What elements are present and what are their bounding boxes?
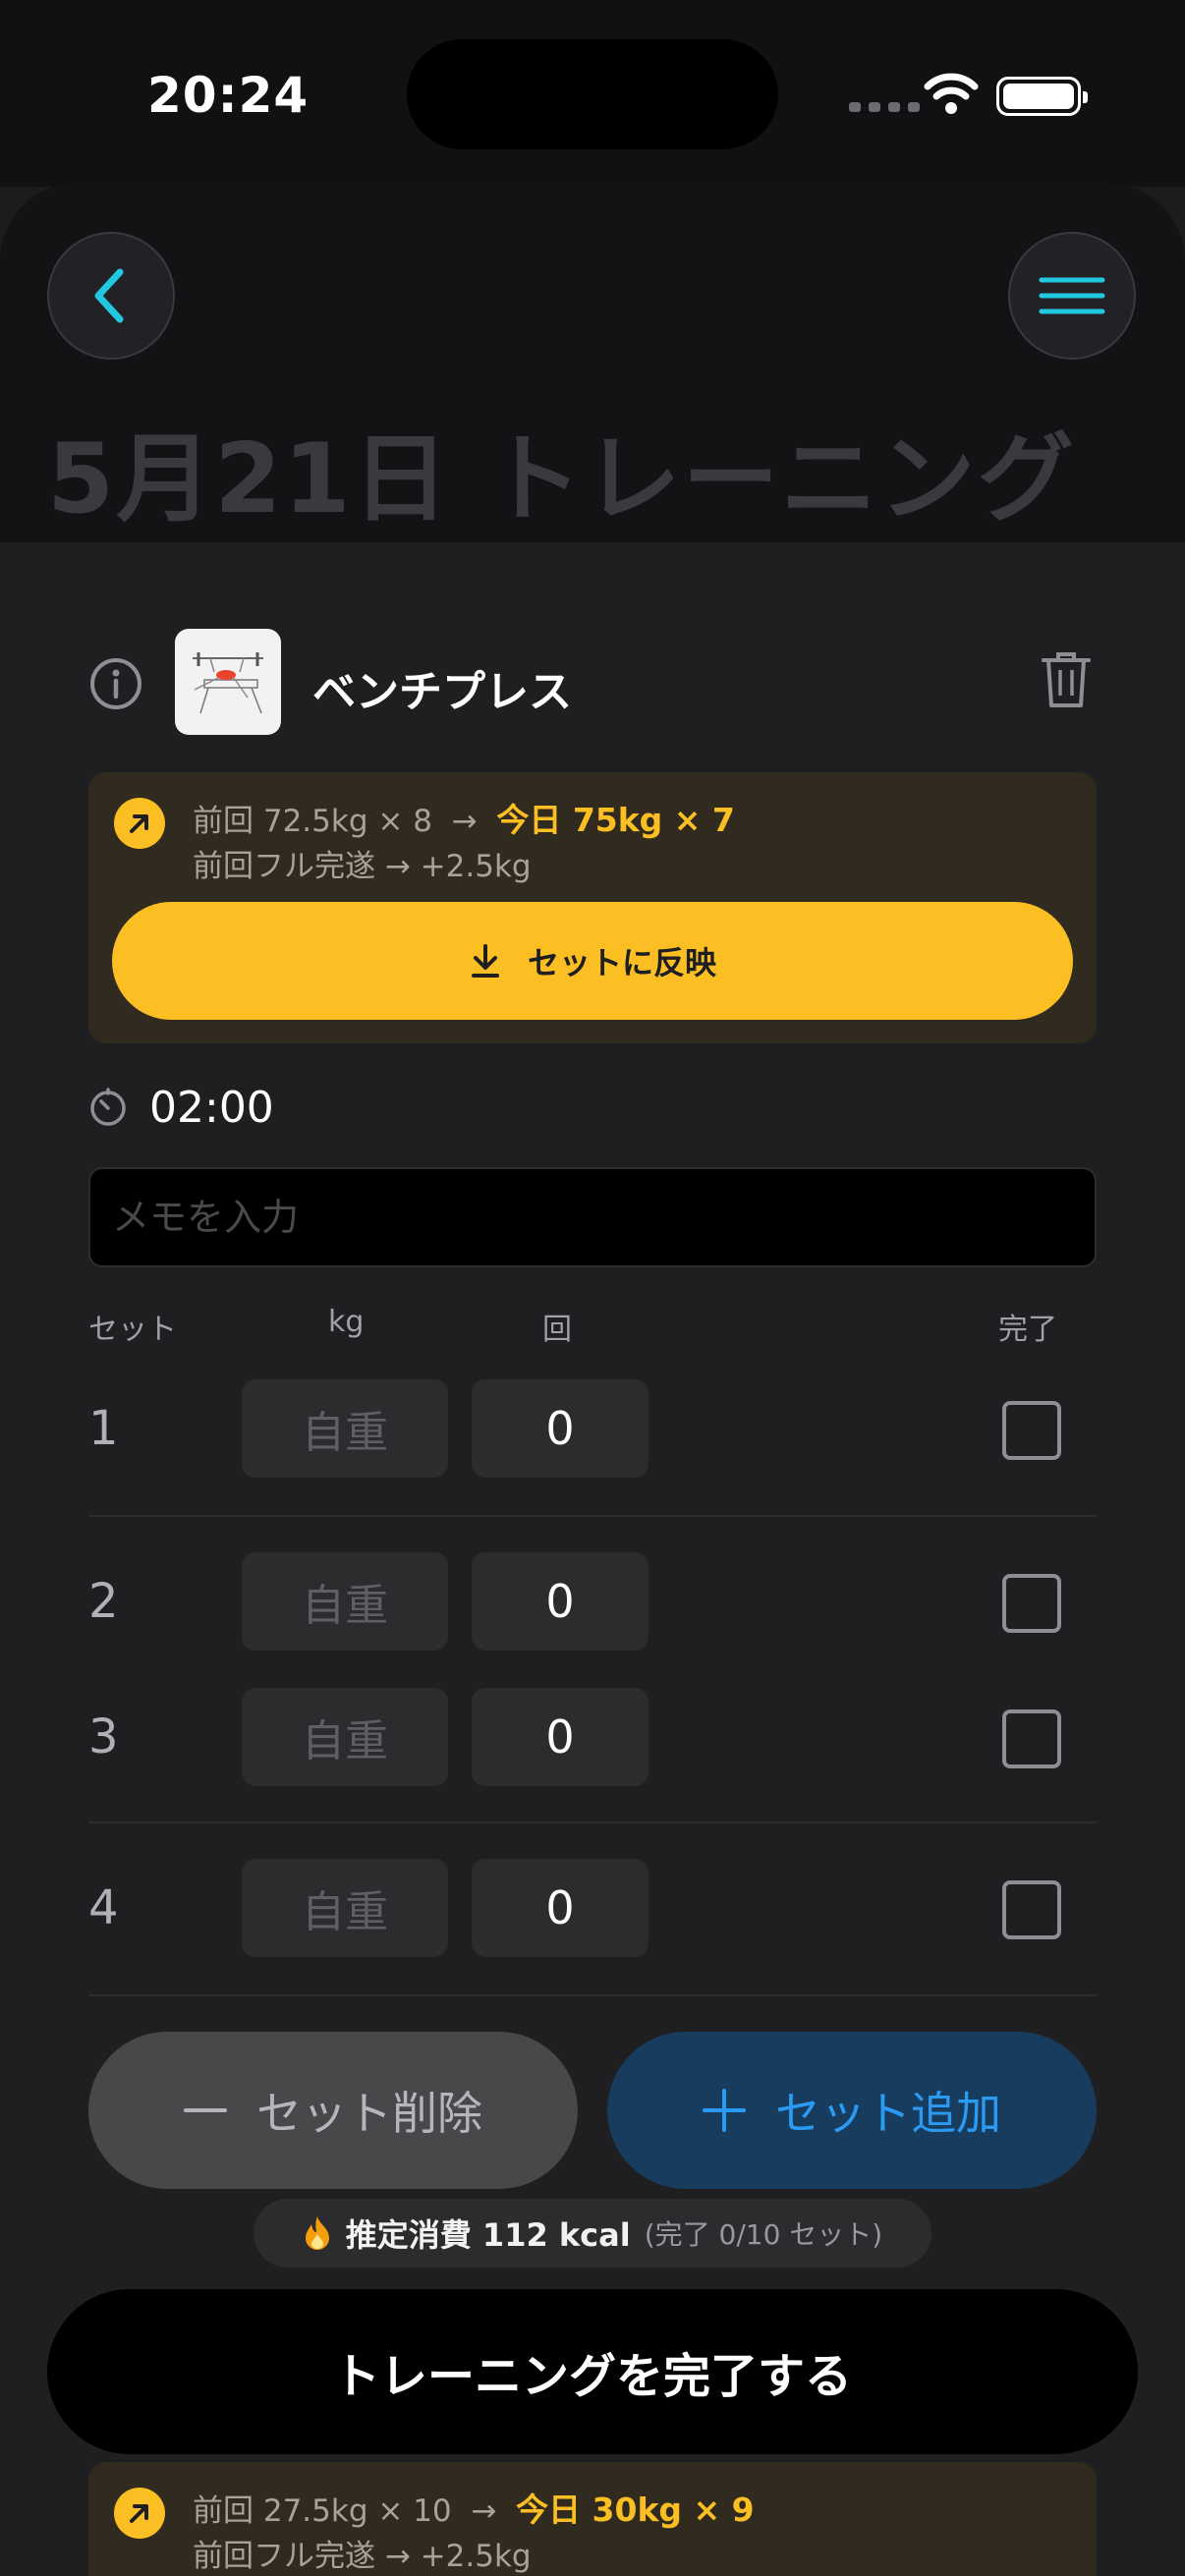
minus-icon: [184, 2108, 227, 2112]
delete-set-button[interactable]: セット削除: [88, 2032, 578, 2189]
timer-icon: [90, 1088, 126, 1126]
exercise-card: ベンチプレス 前回 72.5kg × 8 → 今日 75kg × 7 前回フル完…: [0, 542, 1185, 2576]
today-target: 今日 75kg × 7: [496, 801, 735, 839]
status-bar: 20:24: [0, 0, 1185, 187]
arrow-right-icon: →: [461, 2493, 507, 2529]
delete-set-label: セット削除: [256, 2087, 482, 2140]
set-complete-checkbox[interactable]: [1002, 1880, 1061, 1939]
header: 5月21日 トレーニング: [0, 183, 1185, 542]
previous-performance: 前回 27.5kg × 10: [193, 2493, 452, 2529]
set-number: 2: [88, 1574, 119, 1629]
exercise-name: ベンチプレス: [312, 667, 572, 717]
flame-icon: [305, 2216, 329, 2250]
today-target: 今日 30kg × 9: [516, 2491, 755, 2529]
set-number: 4: [88, 1880, 119, 1935]
set-complete-checkbox[interactable]: [1002, 1574, 1061, 1633]
progression-suggestion: 前回 72.5kg × 8 → 今日 75kg × 7 前回フル完遂 → +2.…: [88, 772, 1097, 1043]
add-set-button[interactable]: セット追加: [607, 2032, 1097, 2189]
set-row: 4 自重 0: [88, 1859, 1097, 1957]
weight-input[interactable]: 自重: [242, 1859, 448, 1957]
menu-button[interactable]: [1008, 232, 1136, 360]
reps-input[interactable]: 0: [472, 1859, 649, 1957]
suggestion-note: 前回フル完遂 → +2.5kg: [193, 849, 532, 884]
weight-input[interactable]: 自重: [242, 1552, 448, 1651]
finish-training-button[interactable]: トレーニングを完了する: [47, 2289, 1138, 2454]
chevron-left-icon: [94, 268, 124, 323]
calorie-estimate: 推定消費 112 kcal (完了 0/10 セット): [254, 2199, 931, 2268]
back-button[interactable]: [47, 232, 175, 360]
info-icon[interactable]: [88, 656, 143, 711]
set-row: 1 自重 0: [88, 1379, 1097, 1478]
divider: [88, 1994, 1097, 1996]
divider: [88, 1515, 1097, 1517]
suggestion-summary: 前回 27.5kg × 10 → 今日 30kg × 9: [193, 2484, 755, 2531]
plus-icon: [703, 2089, 746, 2132]
arrow-right-icon: →: [441, 804, 487, 839]
rest-timer[interactable]: 02:00: [88, 1073, 274, 1142]
set-complete-checkbox[interactable]: [1002, 1709, 1061, 1768]
next-progression-suggestion: 前回 27.5kg × 10 → 今日 30kg × 9 前回フル完遂 → +2…: [88, 2462, 1097, 2576]
screen: 20:24 5月21日 トレーニング ベンチプレス 前回 72.5kg × 8 …: [0, 0, 1185, 2576]
status-time: 20:24: [147, 67, 310, 124]
battery-icon: [996, 77, 1088, 116]
calorie-value: 推定消費 112 kcal: [345, 2216, 631, 2254]
trend-up-arrow-icon: [114, 2488, 165, 2539]
reps-input[interactable]: 0: [472, 1688, 649, 1786]
column-header-done: 完了: [998, 1313, 1057, 1347]
page-title: 5月21日 トレーニング: [47, 423, 1076, 535]
column-header-reps: 回: [542, 1313, 572, 1347]
add-set-label: セット追加: [775, 2087, 1001, 2140]
trash-icon[interactable]: [1040, 648, 1093, 709]
set-row: 3 自重 0: [88, 1688, 1097, 1786]
dynamic-island: [407, 39, 778, 149]
set-number: 3: [88, 1709, 119, 1764]
exercise-header: ベンチプレス: [88, 629, 1097, 735]
divider: [88, 1821, 1097, 1823]
column-header-set: セット: [88, 1313, 177, 1347]
suggestion-note: 前回フル完遂 → +2.5kg: [193, 2539, 532, 2574]
hamburger-menu-icon: [1039, 277, 1105, 314]
suggestion-summary: 前回 72.5kg × 8 → 今日 75kg × 7: [193, 794, 735, 841]
exercise-thumbnail[interactable]: [175, 629, 281, 735]
apply-to-sets-label: セットに反映: [527, 944, 716, 981]
download-arrow-icon: [471, 944, 499, 978]
completion-progress: (完了 0/10 セット): [644, 2218, 883, 2251]
weight-input[interactable]: 自重: [242, 1379, 448, 1478]
weight-input[interactable]: 自重: [242, 1688, 448, 1786]
wifi-icon: [924, 73, 979, 114]
cellular-signal-icon: [849, 102, 920, 112]
set-row: 2 自重 0: [88, 1552, 1097, 1651]
rest-timer-value: 02:00: [149, 1082, 274, 1133]
set-complete-checkbox[interactable]: [1002, 1401, 1061, 1460]
reps-input[interactable]: 0: [472, 1379, 649, 1478]
apply-to-sets-button[interactable]: セットに反映: [112, 902, 1073, 1020]
bench-press-illustration: [193, 652, 263, 714]
set-number: 1: [88, 1401, 119, 1456]
trend-up-arrow-icon: [114, 798, 165, 849]
memo-input[interactable]: [88, 1167, 1097, 1267]
column-header-kg: kg: [328, 1305, 365, 1339]
previous-performance: 前回 72.5kg × 8: [193, 804, 432, 839]
reps-input[interactable]: 0: [472, 1552, 649, 1651]
